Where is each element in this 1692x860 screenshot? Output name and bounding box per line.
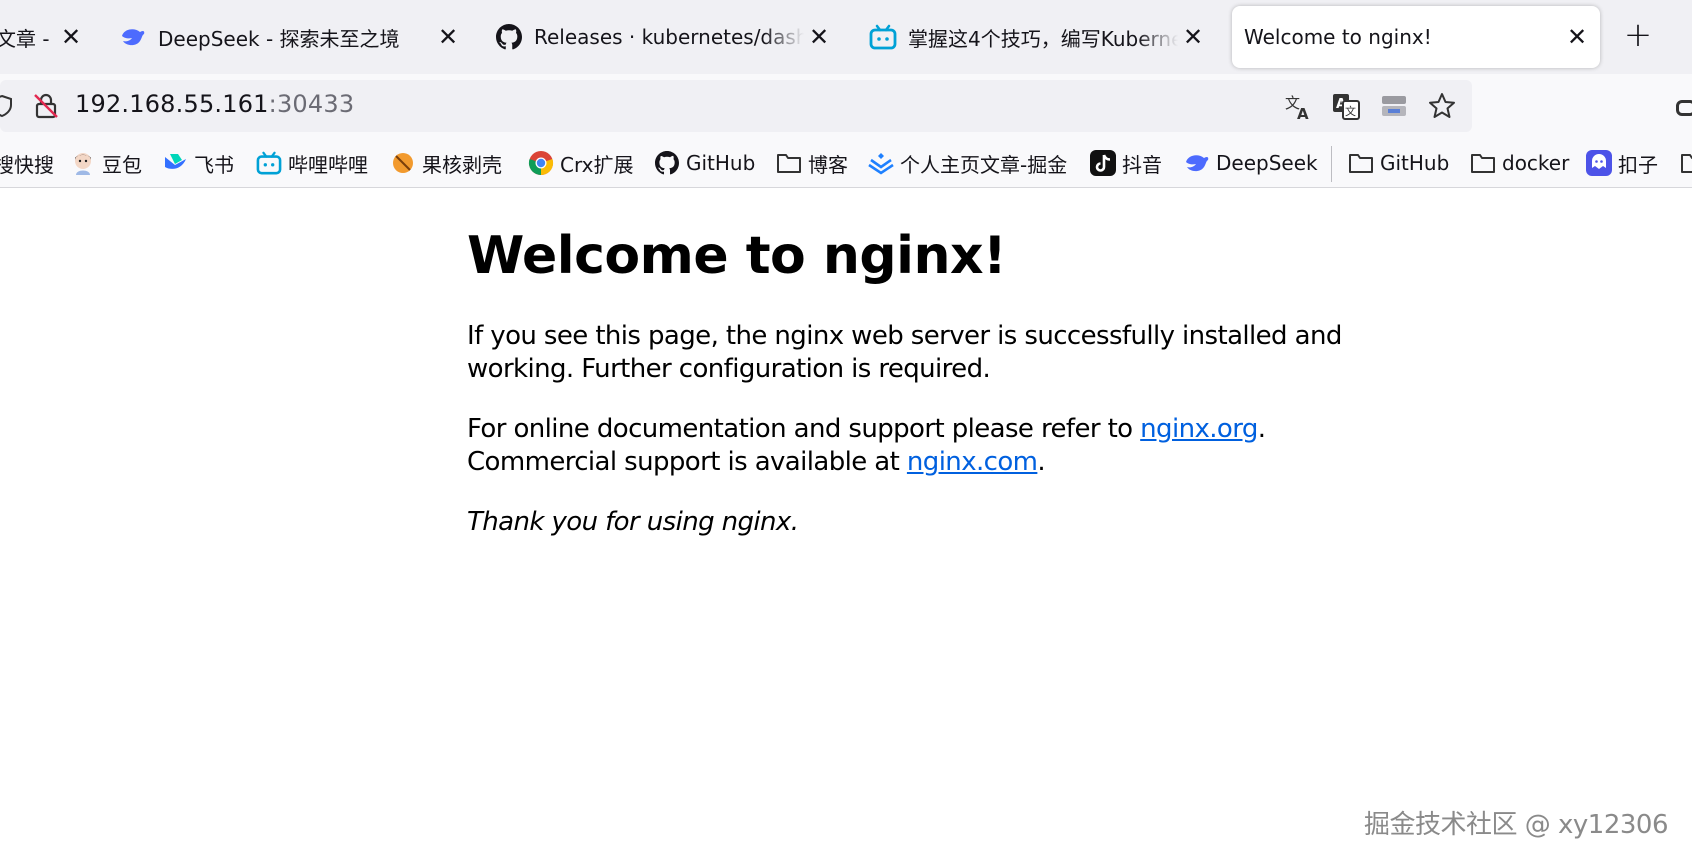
url-text[interactable]: 192.168.55.161:30433: [75, 90, 354, 118]
bookmark-star-icon[interactable]: [1424, 88, 1460, 124]
folder-icon: [1348, 150, 1374, 176]
bookmark-label: 扣子: [1618, 152, 1658, 177]
commercial-support-text: Commercial support is available at: [467, 447, 907, 477]
insecure-lock-icon[interactable]: [32, 92, 60, 120]
bookmark-item[interactable]: 抖音: [1090, 148, 1162, 178]
bookmark-label: 搜快搜: [0, 152, 54, 177]
translate-icon[interactable]: 文A: [1280, 88, 1316, 124]
nginx-org-link[interactable]: nginx.org: [1140, 414, 1258, 444]
close-icon[interactable]: ✕: [804, 23, 834, 51]
thanks-paragraph: Thank you for using nginx.: [467, 506, 1347, 539]
tracking-protection-shield-icon[interactable]: [0, 94, 14, 118]
bookmark-label: docker: [1502, 151, 1570, 175]
bookmark-label: 抖音: [1122, 152, 1162, 177]
bookmarks-toolbar: 搜快搜 豆包 飞书 哔哩哔哩 果核剥壳 Crx扩展 GitHub 博客 个人主页…: [0, 138, 1692, 188]
juejin-icon: [868, 150, 894, 176]
tab-bilibili[interactable]: 掌握这4个技巧，编写Kubernetes ✕: [868, 6, 1208, 68]
folder-icon: [1470, 150, 1496, 176]
url-port: :30433: [268, 90, 355, 118]
tab-github-releases[interactable]: Releases · kubernetes/dashboard ✕: [494, 6, 834, 68]
punctuation: .: [1257, 414, 1266, 444]
bookmark-label: GitHub: [686, 151, 756, 175]
tab-title: 文章 - 掘: [0, 26, 56, 51]
bookmark-label: 个人主页文章-掘金: [900, 152, 1068, 177]
svg-text:文: 文: [1345, 104, 1356, 118]
bookmark-item[interactable]: DeepSeek: [1184, 148, 1318, 178]
doubao-avatar-icon: [70, 150, 96, 176]
bookmark-label: 博客: [808, 152, 848, 177]
bookmark-label: Crx扩展: [560, 152, 634, 177]
screenshot-drive-icon[interactable]: [1376, 88, 1412, 124]
page-heading: Welcome to nginx!: [467, 226, 1007, 286]
close-icon[interactable]: ✕: [56, 23, 86, 51]
support-paragraph: For online documentation and support ple…: [467, 413, 1347, 479]
watermark: 掘金技术社区 @ xy12306: [1363, 810, 1669, 840]
deepseek-whale-icon: [1184, 150, 1210, 176]
bookmark-label: 豆包: [102, 152, 142, 177]
bookmark-label: GitHub: [1380, 151, 1450, 175]
guohe-icon: [390, 150, 416, 176]
chrome-icon: [528, 150, 554, 176]
tab-title: 掌握这4个技巧，编写Kubernetes: [908, 26, 1178, 51]
bookmark-item[interactable]: 飞书: [162, 148, 234, 178]
tab-title: DeepSeek - 探索未至之境: [158, 26, 400, 51]
close-icon[interactable]: ✕: [1178, 23, 1208, 51]
bookmark-item[interactable]: 个人主页文章-掘金: [868, 148, 1067, 178]
svg-text:A: A: [1297, 105, 1309, 121]
extension-icon[interactable]: [1676, 100, 1692, 116]
douyin-icon: [1090, 150, 1116, 176]
github-icon: [654, 150, 680, 176]
folder-icon: [776, 150, 802, 176]
support-text: For online documentation and support ple…: [467, 414, 1141, 444]
bookmark-item[interactable]: GitHub: [654, 148, 755, 178]
feishu-icon: [162, 150, 188, 176]
bookmark-folder[interactable]: 博客: [776, 148, 848, 178]
bookmark-label: 哔哩哔哩: [288, 152, 368, 177]
coze-icon: [1586, 150, 1612, 176]
bookmark-item[interactable]: Crx扩展: [528, 148, 634, 178]
bilibili-icon: [256, 150, 282, 176]
bookmark-item[interactable]: 搜快搜: [0, 148, 54, 178]
navigation-toolbar: 192.168.55.161:30433 文A A文: [0, 74, 1692, 138]
punctuation: .: [1037, 447, 1046, 477]
tab-title: Releases · kubernetes/dashboard: [534, 25, 804, 49]
bookmark-item[interactable]: 豆包: [70, 148, 142, 178]
bookmarks-separator: [1331, 146, 1332, 182]
folder-icon: [1680, 150, 1692, 176]
bookmark-folder[interactable]: [1680, 148, 1692, 178]
close-icon[interactable]: ✕: [1562, 23, 1592, 51]
bookmark-item[interactable]: 扣子: [1586, 148, 1658, 178]
bookmark-item[interactable]: 果核剥壳: [390, 148, 502, 178]
nginx-com-link[interactable]: nginx.com: [907, 447, 1038, 477]
tab-deepseek[interactable]: DeepSeek - 探索未至之境 ✕: [118, 6, 463, 68]
bookmark-folder[interactable]: GitHub: [1348, 148, 1449, 178]
url-host: 192.168.55.161: [75, 90, 269, 118]
tab-juejin-article[interactable]: 文章 - 掘 ✕: [0, 6, 86, 68]
bookmark-label: 飞书: [194, 152, 234, 177]
bookmark-item[interactable]: 哔哩哔哩: [256, 148, 368, 178]
tab-title: Welcome to nginx!: [1244, 25, 1432, 49]
deepseek-whale-icon: [118, 22, 148, 52]
thanks-text: Thank you for using nginx.: [467, 507, 799, 537]
tab-strip: 文章 - 掘 ✕ DeepSeek - 探索未至之境 ✕ Releases · …: [0, 0, 1692, 74]
bilibili-icon: [868, 22, 898, 52]
github-icon: [494, 22, 524, 52]
new-tab-button[interactable]: +: [1620, 18, 1656, 54]
address-bar[interactable]: 192.168.55.161:30433 文A A文: [0, 80, 1472, 132]
bookmark-label: 果核剥壳: [422, 152, 502, 177]
bookmark-folder[interactable]: docker: [1470, 148, 1569, 178]
intro-paragraph: If you see this page, the nginx web serv…: [467, 321, 1342, 384]
close-icon[interactable]: ✕: [433, 23, 463, 51]
translate-page-icon[interactable]: A文: [1328, 88, 1364, 124]
address-bar-actions: 文A A文: [1280, 88, 1460, 124]
tab-nginx-welcome[interactable]: Welcome to nginx! ✕: [1232, 6, 1600, 68]
bookmark-label: DeepSeek: [1216, 151, 1318, 175]
